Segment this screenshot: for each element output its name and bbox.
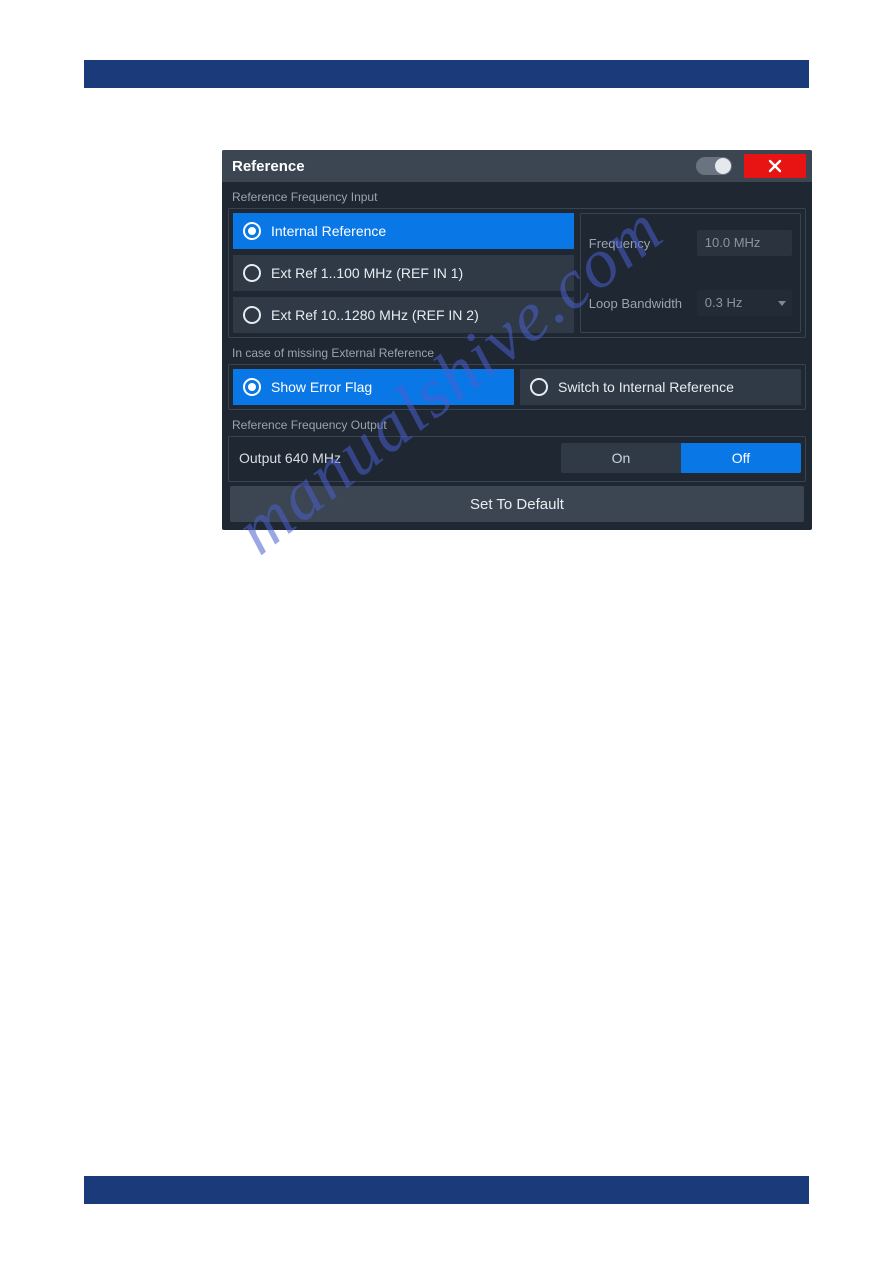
radio-icon: [530, 378, 548, 396]
radio-icon: [243, 378, 261, 396]
page-footer-banner: [84, 1176, 809, 1204]
radio-label: Switch to Internal Reference: [558, 379, 734, 395]
input-section-label: Reference Frequency Input: [228, 186, 806, 208]
loop-bandwidth-row: Loop Bandwidth 0.3 Hz: [589, 290, 792, 316]
reference-params: Frequency 10.0 MHz Loop Bandwidth 0.3 Hz: [580, 213, 801, 333]
loop-bandwidth-select[interactable]: 0.3 Hz: [697, 290, 792, 316]
panel-title: Reference: [232, 158, 305, 175]
chevron-down-icon: [778, 301, 786, 306]
radio-label: Internal Reference: [271, 223, 386, 239]
missing-ref-label: In case of missing External Reference: [228, 342, 806, 364]
frequency-label: Frequency: [589, 236, 691, 251]
close-icon: [768, 159, 782, 173]
output-section-label: Reference Frequency Output: [228, 414, 806, 436]
output-off-button[interactable]: Off: [681, 443, 801, 473]
reference-panel: Reference Reference Frequency Input Inte…: [222, 150, 812, 530]
output-toggle: On Off: [561, 443, 801, 473]
pin-toggle[interactable]: [696, 157, 732, 175]
radio-icon: [243, 264, 261, 282]
radio-show-error-flag[interactable]: Show Error Flag: [233, 369, 514, 405]
set-to-default-button[interactable]: Set To Default: [230, 486, 804, 522]
frequency-row: Frequency 10.0 MHz: [589, 230, 792, 256]
loop-bandwidth-value: 0.3 Hz: [705, 295, 743, 310]
panel-body: Reference Frequency Input Internal Refer…: [222, 182, 812, 530]
reference-source-radios: Internal Reference Ext Ref 1..100 MHz (R…: [233, 213, 574, 333]
radio-label: Ext Ref 1..100 MHz (REF IN 1): [271, 265, 463, 281]
radio-ext-ref-2[interactable]: Ext Ref 10..1280 MHz (REF IN 2): [233, 297, 574, 333]
close-button[interactable]: [744, 154, 806, 178]
radio-icon: [243, 222, 261, 240]
frequency-input[interactable]: 10.0 MHz: [697, 230, 792, 256]
missing-ref-group: Show Error Flag Switch to Internal Refer…: [228, 364, 806, 410]
radio-internal-reference[interactable]: Internal Reference: [233, 213, 574, 249]
toggle-knob-icon: [715, 158, 731, 174]
radio-ext-ref-1[interactable]: Ext Ref 1..100 MHz (REF IN 1): [233, 255, 574, 291]
output-row: Output 640 MHz On Off: [228, 436, 806, 482]
reference-input-group: Internal Reference Ext Ref 1..100 MHz (R…: [228, 208, 806, 338]
radio-switch-internal[interactable]: Switch to Internal Reference: [520, 369, 801, 405]
titlebar: Reference: [222, 150, 812, 182]
output-640-label: Output 640 MHz: [239, 450, 553, 466]
radio-label: Show Error Flag: [271, 379, 372, 395]
radio-icon: [243, 306, 261, 324]
radio-label: Ext Ref 10..1280 MHz (REF IN 2): [271, 307, 479, 323]
output-on-button[interactable]: On: [561, 443, 681, 473]
page-header-banner: [84, 60, 809, 88]
loop-bandwidth-label: Loop Bandwidth: [589, 296, 691, 311]
